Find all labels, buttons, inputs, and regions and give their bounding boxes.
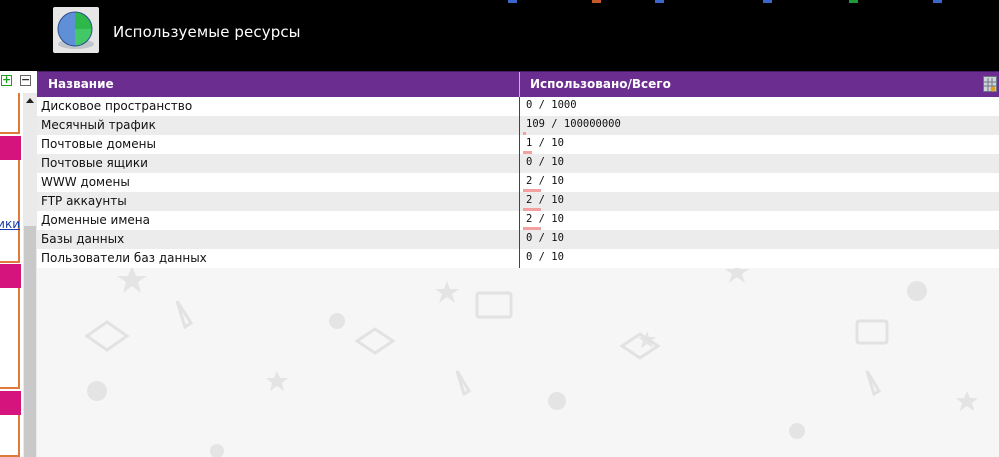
nav-section-tab[interactable] bbox=[0, 136, 21, 160]
table-row[interactable]: Доменные имена 2 / 10 bbox=[37, 211, 999, 230]
pie-chart-icon bbox=[53, 7, 99, 53]
column-divider bbox=[519, 211, 520, 230]
resource-usage: 0 / 10 bbox=[526, 232, 564, 244]
table-row[interactable]: Пользователи баз данных 0 / 10 bbox=[37, 249, 999, 268]
page-title: Используемые ресурсы bbox=[113, 23, 301, 41]
resource-name: FTP аккаунты bbox=[41, 194, 127, 208]
navigation-panel: ики bbox=[0, 93, 23, 457]
nav-section bbox=[0, 288, 20, 389]
resource-name: Почтовые домены bbox=[41, 137, 156, 151]
column-divider bbox=[519, 230, 520, 249]
resource-usage: 1 / 10 bbox=[526, 137, 564, 149]
table-settings-icon[interactable] bbox=[983, 76, 997, 92]
table-row[interactable]: Почтовые ящики 0 / 10 bbox=[37, 154, 999, 173]
resource-usage: 2 / 10 bbox=[526, 175, 564, 187]
resource-usage: 0 / 10 bbox=[526, 251, 564, 263]
column-divider[interactable] bbox=[519, 72, 520, 97]
column-divider bbox=[519, 173, 520, 192]
nav-section bbox=[0, 93, 20, 134]
nav-section-tab[interactable] bbox=[0, 391, 21, 415]
resource-name: Доменные имена bbox=[41, 213, 150, 227]
column-divider bbox=[519, 249, 520, 268]
nav-link[interactable]: ики bbox=[0, 217, 20, 231]
resource-usage: 2 / 10 bbox=[526, 194, 564, 206]
resources-table-header: Название Использовано/Всего bbox=[37, 71, 999, 97]
resources-panel: Название Использовано/Всего Дисковое про… bbox=[37, 71, 999, 457]
nav-section-tab[interactable] bbox=[0, 264, 21, 288]
left-scrollbar[interactable] bbox=[23, 93, 37, 457]
table-row[interactable]: Почтовые домены 1 / 10 bbox=[37, 135, 999, 154]
left-navigation: + − ики bbox=[0, 71, 37, 457]
nav-section bbox=[0, 415, 20, 457]
column-divider bbox=[519, 135, 520, 154]
resource-name: Базы данных bbox=[41, 232, 125, 246]
resource-name: WWW домены bbox=[41, 175, 130, 189]
resource-name: Дисковое пространство bbox=[41, 99, 193, 113]
table-row[interactable]: WWW домены 2 / 10 bbox=[37, 173, 999, 192]
table-row[interactable]: Базы данных 0 / 10 bbox=[37, 230, 999, 249]
plus-icon[interactable]: + bbox=[1, 74, 12, 86]
table-row[interactable]: Дисковое пространство 0 / 1000 bbox=[37, 97, 999, 116]
table-row[interactable]: Месячный трафик 109 / 100000000 bbox=[37, 116, 999, 135]
resource-usage: 109 / 100000000 bbox=[526, 118, 621, 130]
resource-name: Месячный трафик bbox=[41, 118, 156, 132]
minus-icon[interactable]: − bbox=[20, 74, 31, 86]
column-divider bbox=[519, 97, 520, 116]
nav-section bbox=[0, 160, 20, 263]
header-toolbar-strip bbox=[0, 0, 999, 4]
resource-name: Почтовые ящики bbox=[41, 156, 148, 170]
resource-name: Пользователи баз данных bbox=[41, 251, 207, 265]
table-row[interactable]: FTP аккаунты 2 / 10 bbox=[37, 192, 999, 211]
app-header: Используемые ресурсы bbox=[0, 0, 999, 71]
resource-usage: 0 / 10 bbox=[526, 156, 564, 168]
column-divider bbox=[519, 116, 520, 135]
resources-table-body: Дисковое пространство 0 / 1000 Месячный тр… bbox=[37, 97, 999, 268]
column-divider bbox=[519, 154, 520, 173]
column-divider bbox=[519, 192, 520, 211]
column-header-name[interactable]: Название bbox=[48, 72, 114, 97]
column-header-usage[interactable]: Использовано/Всего bbox=[530, 72, 671, 97]
scroll-up-arrow-icon[interactable] bbox=[26, 98, 34, 103]
scroll-thumb[interactable] bbox=[24, 226, 36, 457]
resource-usage: 2 / 10 bbox=[526, 213, 564, 225]
resource-usage: 0 / 1000 bbox=[526, 99, 577, 111]
